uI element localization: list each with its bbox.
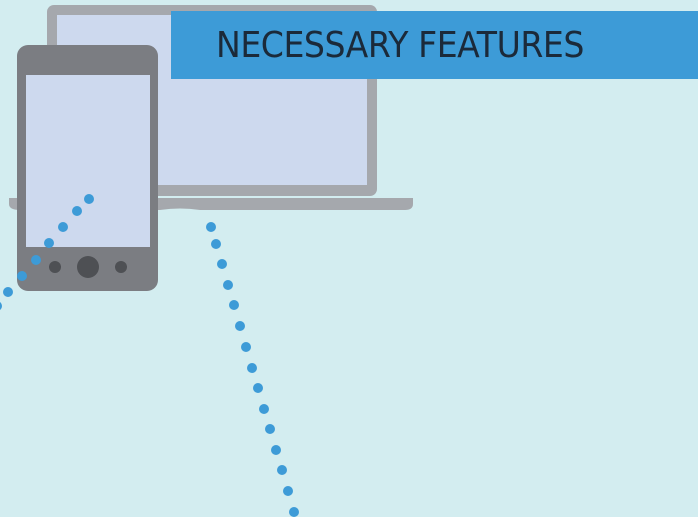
phone-left-button — [49, 261, 61, 273]
phone-screen — [26, 75, 150, 247]
smartphone-icon — [17, 45, 158, 291]
laptop-dotted-line — [206, 222, 299, 517]
title-banner: NECESSARY FEATURES — [171, 11, 698, 79]
page-title: NECESSARY FEATURES — [216, 24, 584, 66]
phone-right-button — [115, 261, 127, 273]
phone-home-button — [77, 256, 99, 278]
